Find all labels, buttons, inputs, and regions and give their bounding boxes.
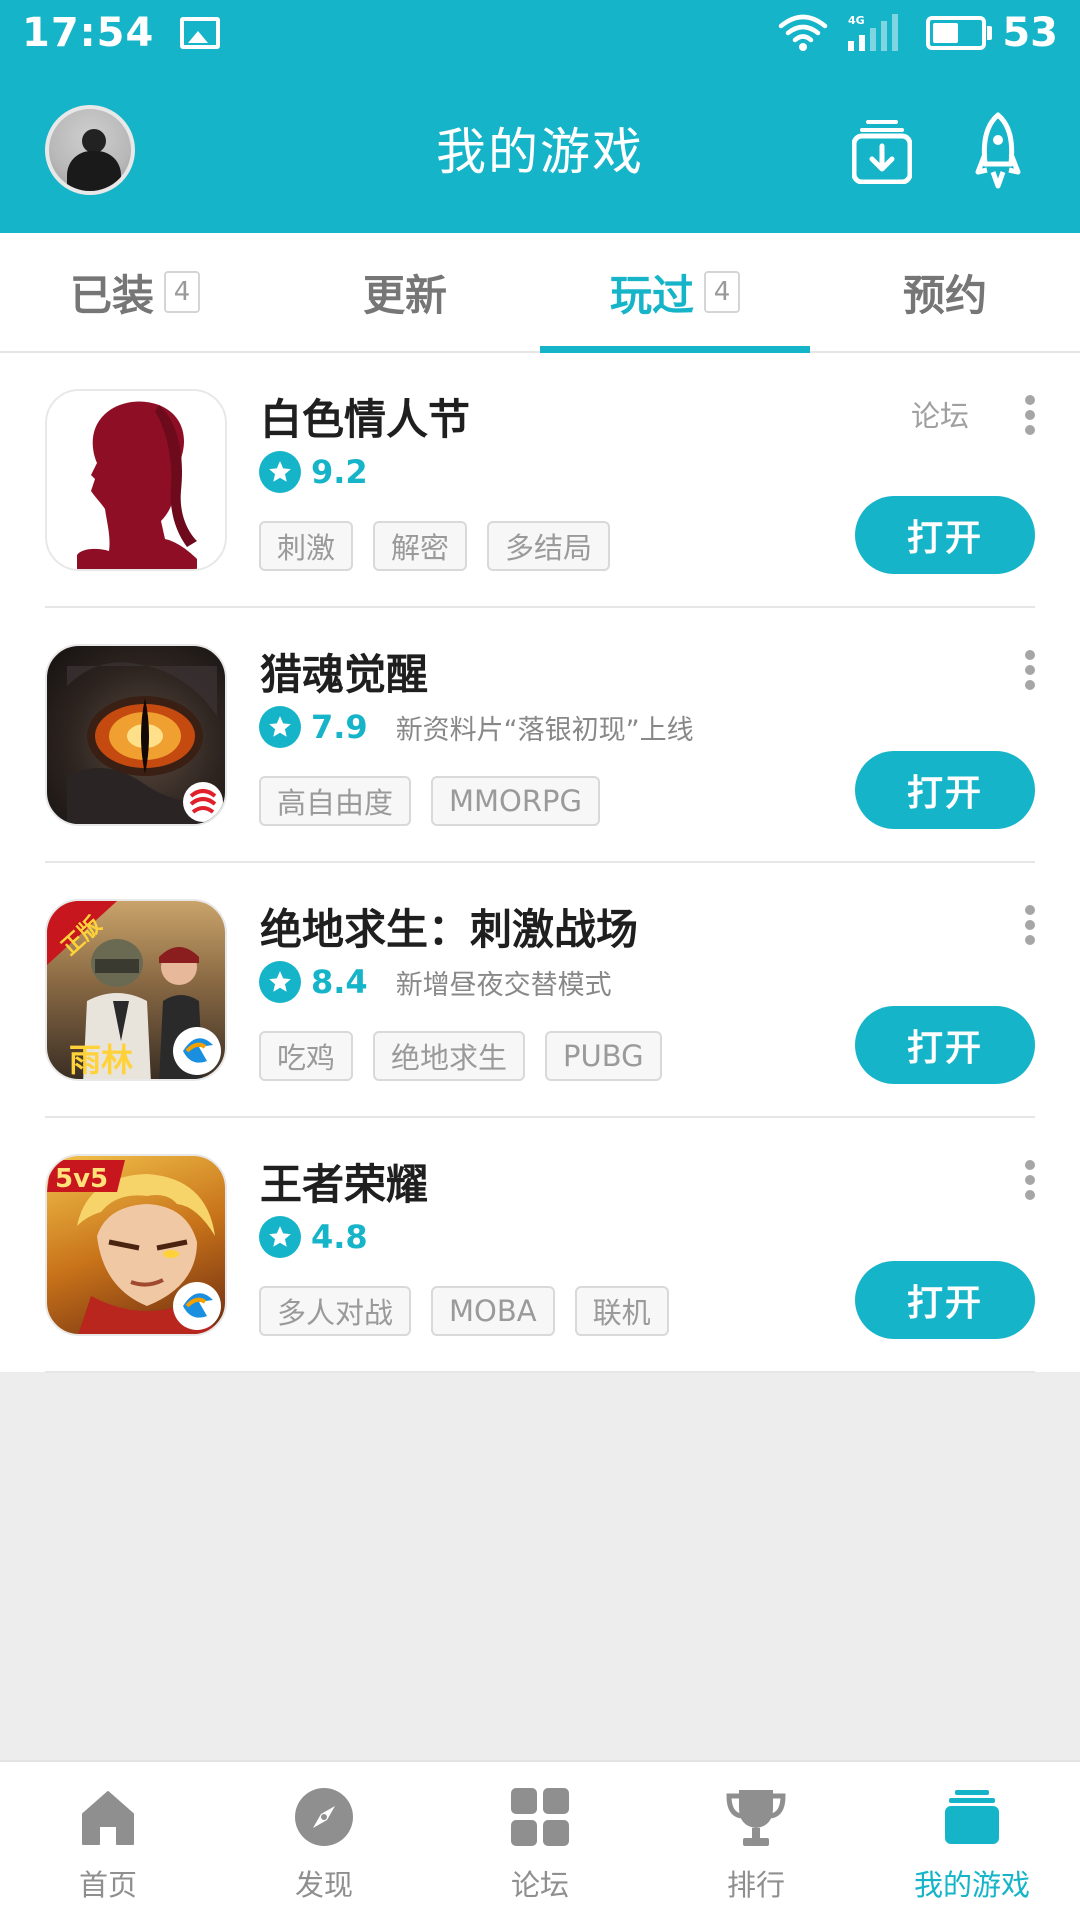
star-icon [259, 451, 301, 493]
rating-score: 4.8 [311, 1218, 368, 1256]
icon-caption-text: 雨林 [69, 1041, 133, 1079]
game-tag[interactable]: 多人对战 [259, 1286, 412, 1336]
battery-percent: 53 [1002, 10, 1058, 56]
tab-label: 更新 [362, 270, 447, 320]
game-rating: 4.8 [259, 1216, 368, 1258]
star-icon [259, 1216, 301, 1258]
status-time: 17:54 [22, 10, 155, 56]
game-icon[interactable] [45, 644, 227, 826]
tab-count-badge: 4 [704, 271, 740, 313]
game-rating: 9.2 [259, 451, 368, 493]
network-type-label: 4G [848, 14, 865, 27]
game-title: 王者荣耀 [260, 1160, 429, 1209]
open-game-button[interactable]: 打开 [855, 751, 1035, 829]
tab-played[interactable]: 玩过 4 [540, 233, 810, 353]
forum-link[interactable]: 论坛 [911, 393, 969, 435]
game-tag[interactable]: 吃鸡 [259, 1031, 354, 1081]
game-item[interactable]: 5v5 王者荣耀 4.8 多人对战 MOBA 联机 打开 [45, 1118, 1035, 1373]
tag-list: 高自由度 MMORPG [259, 776, 600, 826]
nav-label: 发现 [294, 1868, 353, 1902]
wifi-icon [779, 14, 828, 51]
game-title: 猎魂觉醒 [260, 650, 429, 699]
game-tag[interactable]: 联机 [574, 1286, 669, 1336]
tag-list: 刺激 解密 多结局 [259, 521, 611, 571]
more-options-icon[interactable] [1025, 650, 1035, 690]
tab-label: 已装 [69, 270, 154, 320]
tab-count-badge: 4 [164, 271, 200, 313]
status-bar: 17:54 4G 53 [0, 0, 1080, 66]
gallery-notification-icon [180, 17, 221, 49]
rating-score: 8.4 [311, 963, 368, 1001]
game-tag[interactable]: 刺激 [259, 521, 354, 571]
game-tag[interactable]: 解密 [373, 521, 468, 571]
tab-reserved[interactable]: 预约 [810, 233, 1080, 351]
open-game-button[interactable]: 打开 [855, 496, 1035, 574]
game-tag[interactable]: 多结局 [487, 521, 611, 571]
more-options-icon[interactable] [1025, 1160, 1035, 1200]
icon-badge-text: 5v5 [55, 1164, 108, 1194]
grid-icon [511, 1788, 569, 1846]
rocket-accelerate-icon[interactable] [975, 112, 1021, 190]
page-title: 我的游戏 [436, 123, 644, 181]
nav-my-games[interactable]: 我的游戏 [864, 1762, 1080, 1920]
star-icon [259, 706, 301, 748]
game-tag[interactable]: 高自由度 [259, 776, 412, 826]
tab-label: 预约 [902, 270, 987, 320]
star-icon [259, 961, 301, 1003]
game-update-note: 新增昼夜交替模式 [395, 969, 612, 1001]
game-tag[interactable]: MMORPG [431, 776, 600, 826]
tab-label: 玩过 [609, 270, 694, 320]
open-game-button[interactable]: 打开 [855, 1006, 1035, 1084]
game-update-note: 新资料片“落银初现”上线 [395, 714, 694, 746]
game-tag[interactable]: PUBG [545, 1031, 662, 1081]
stack-icon [945, 1790, 999, 1844]
signal-icon: 4G [848, 14, 899, 51]
tab-updates[interactable]: 更新 [270, 233, 540, 351]
battery-indicator: 53 [926, 10, 1058, 56]
game-tag[interactable]: MOBA [431, 1286, 555, 1336]
game-tag[interactable]: 绝地求生 [373, 1031, 526, 1081]
tag-list: 吃鸡 绝地求生 PUBG [259, 1031, 662, 1081]
home-icon [82, 1791, 134, 1845]
nav-ranking[interactable]: 排行 [648, 1762, 864, 1920]
open-game-button[interactable]: 打开 [855, 1261, 1035, 1339]
nav-label: 我的游戏 [913, 1868, 1030, 1902]
game-title: 绝地求生：刺激战场 [260, 905, 639, 954]
download-manager-icon[interactable] [852, 118, 912, 184]
compass-icon [295, 1788, 353, 1846]
game-rating: 8.4 新增昼夜交替模式 [259, 961, 612, 1003]
tag-list: 多人对战 MOBA 联机 [259, 1286, 669, 1336]
rating-score: 7.9 [311, 708, 368, 746]
game-item[interactable]: 猎魂觉醒 7.9 新资料片“落银初现”上线 高自由度 MMORPG 打开 [45, 608, 1035, 863]
nav-home[interactable]: 首页 [0, 1762, 216, 1920]
app-header: 17:54 4G 53 我的游戏 [0, 0, 1080, 233]
more-options-icon[interactable] [1025, 905, 1035, 945]
bottom-navigation: 首页 发现 论坛 排行 我的游戏 [0, 1760, 1080, 1920]
nav-forum[interactable]: 论坛 [432, 1762, 648, 1920]
nav-label: 首页 [78, 1868, 137, 1902]
game-list: 白色情人节 9.2 刺激 解密 多结局 论坛 打开 猎魂觉醒 7.9 新资料片“… [0, 353, 1080, 1373]
nav-label: 论坛 [510, 1868, 569, 1902]
game-icon[interactable] [45, 389, 227, 571]
trophy-icon [726, 1790, 786, 1846]
game-title: 白色情人节 [260, 395, 471, 444]
nav-label: 排行 [726, 1868, 785, 1902]
game-icon[interactable]: 正版 雨林 [45, 899, 227, 1081]
game-rating: 7.9 新资料片“落银初现”上线 [259, 706, 694, 748]
rating-score: 9.2 [311, 453, 368, 491]
game-item[interactable]: 正版 雨林 绝地求生：刺激战场 8.4 新增昼夜交替模式 吃鸡 绝地求生 PUB… [45, 863, 1035, 1118]
nav-discover[interactable]: 发现 [216, 1762, 432, 1920]
game-category-tabs: 已装 4 更新 玩过 4 预约 [0, 233, 1080, 353]
game-item[interactable]: 白色情人节 9.2 刺激 解密 多结局 论坛 打开 [45, 353, 1035, 608]
game-icon[interactable]: 5v5 [45, 1154, 227, 1336]
tab-installed[interactable]: 已装 4 [0, 233, 270, 351]
more-options-icon[interactable] [1025, 395, 1035, 435]
